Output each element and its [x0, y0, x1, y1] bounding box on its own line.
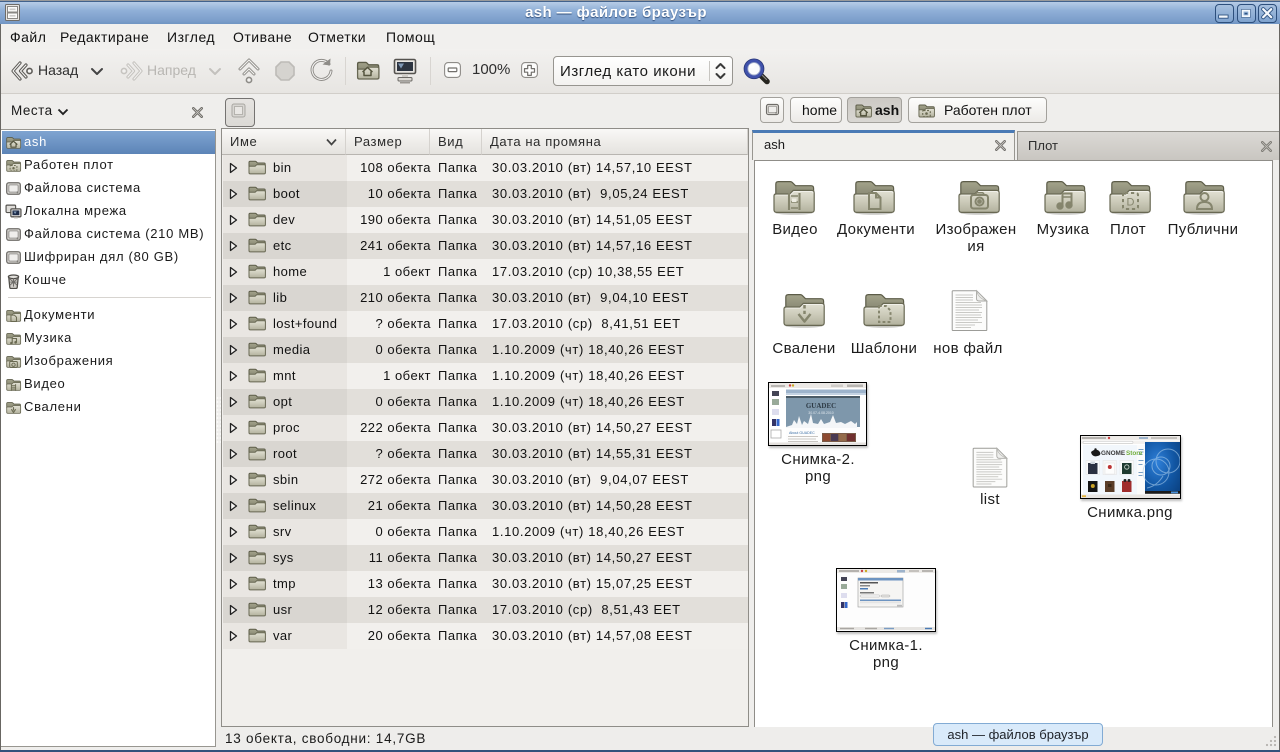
svg-text:D: D — [1127, 197, 1135, 209]
svg-text:30.07-4.08.2010: 30.07-4.08.2010 — [808, 411, 834, 415]
svg-text:Store: Store — [1126, 450, 1143, 457]
svg-text:About GUADEC: About GUADEC — [789, 431, 815, 435]
svg-text:GNOME: GNOME — [1101, 450, 1126, 457]
svg-text:GUADEC: GUADEC — [806, 402, 836, 410]
